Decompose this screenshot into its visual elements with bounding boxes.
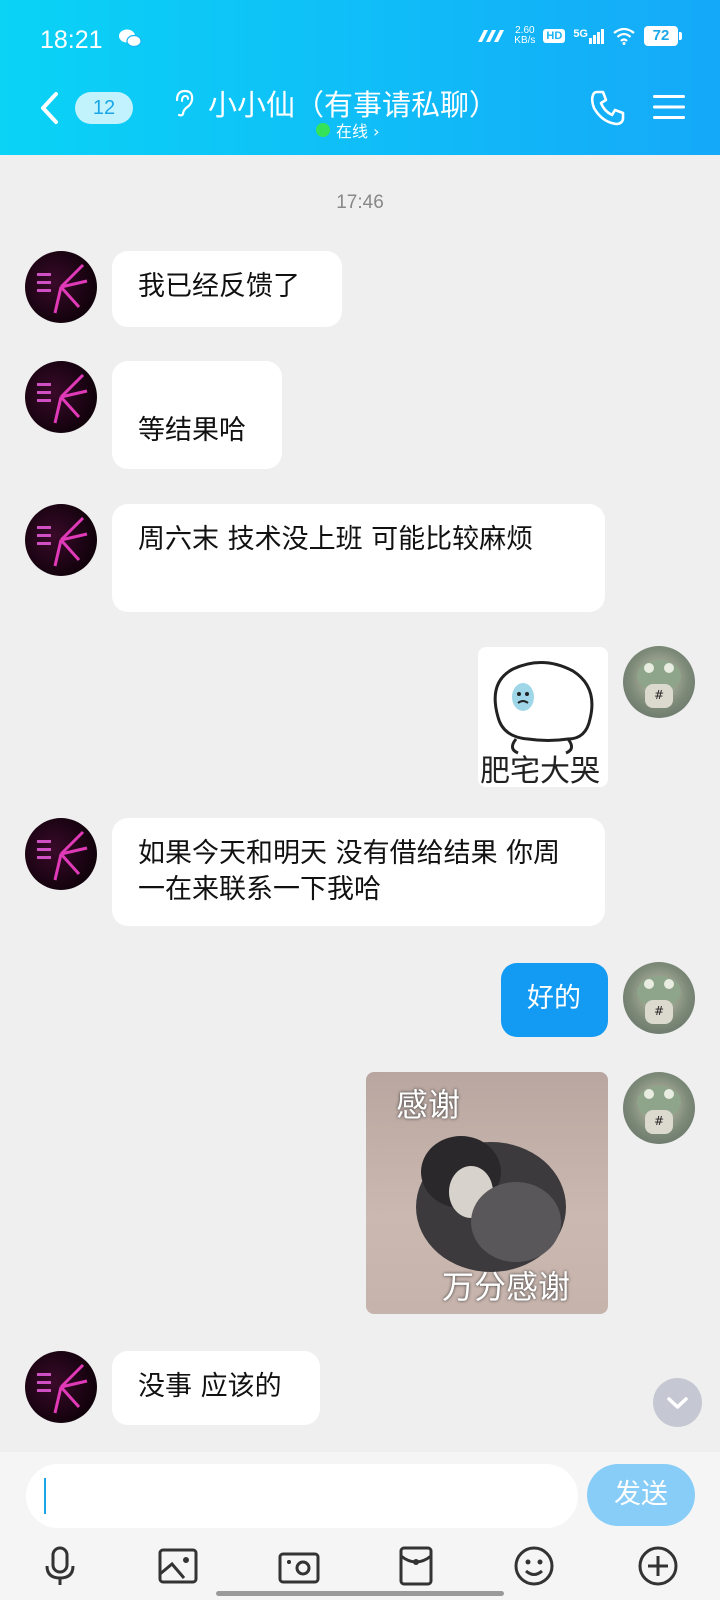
red-packet-icon[interactable] (394, 1544, 438, 1588)
message-text: 如果今天和明天 没有借给结果 你周一在来联系一下我哈 (138, 838, 561, 905)
contact-avatar[interactable] (25, 361, 97, 433)
online-status-label: 在线 › (336, 122, 380, 141)
contact-avatar[interactable] (25, 251, 97, 323)
status-bar: 18:21 2.60 KB/s HD 5G 72 (0, 0, 720, 80)
chat-nav-bar: 12 小小仙（有事请私聊） 在线 › (0, 80, 720, 155)
back-button[interactable] (34, 86, 64, 130)
message-text: 好的 (527, 983, 581, 1014)
unread-count-badge[interactable]: 12 (75, 92, 133, 124)
my-avatar[interactable]: # (623, 1072, 695, 1144)
message-bubble[interactable]: 没事 应该的 (112, 1351, 320, 1425)
sticker-caption-bottom: 万分感谢 (442, 1268, 571, 1306)
camera-icon[interactable] (277, 1544, 321, 1588)
input-bar: 发送 (0, 1452, 720, 1600)
network-speed: 2.60 KB/s (514, 25, 536, 46)
wifi-icon (613, 27, 635, 45)
status-indicators: 2.60 KB/s HD 5G 72 (476, 26, 682, 46)
ear-icon[interactable] (170, 88, 196, 118)
svg-text:#: # (654, 1114, 664, 1128)
voice-icon[interactable] (38, 1544, 82, 1588)
message-input[interactable] (26, 1464, 578, 1528)
message-text: 我已经反馈了 (138, 271, 300, 302)
message-bubble[interactable]: 如果今天和明天 没有借给结果 你周一在来联系一下我哈 (112, 818, 605, 926)
scroll-to-bottom-button[interactable] (653, 1378, 702, 1427)
carrier-signal-icon (478, 30, 505, 42)
sticker-caption-top: 感谢 (396, 1086, 461, 1124)
menu-button[interactable] (652, 92, 686, 122)
online-status[interactable]: 在线 › (316, 118, 380, 142)
wechat-icon (119, 29, 142, 48)
chat-timestamp: 17:46 (336, 192, 384, 213)
message-text: 等结果哈 (138, 415, 246, 446)
message-text: 没事 应该的 (138, 1371, 282, 1402)
text-cursor (44, 1478, 46, 1514)
svg-text:#: # (654, 688, 664, 702)
message-bubble[interactable]: 周六末 技术没上班 可能比较麻烦 (112, 504, 605, 612)
svg-text:#: # (654, 1004, 664, 1018)
plus-icon[interactable] (636, 1544, 680, 1588)
my-avatar[interactable]: # (623, 646, 695, 718)
battery-icon: 72 (644, 26, 682, 46)
chevron-down-icon (667, 1397, 688, 1409)
my-avatar[interactable]: # (623, 962, 695, 1034)
phone-call-button[interactable] (588, 88, 626, 128)
contact-avatar[interactable] (25, 818, 97, 890)
send-button[interactable]: 发送 (587, 1464, 695, 1526)
home-indicator[interactable] (216, 1591, 504, 1596)
image-icon[interactable] (156, 1544, 200, 1588)
hd-badge: HD (543, 29, 566, 43)
my-message-bubble[interactable]: 好的 (501, 963, 608, 1037)
message-bubble[interactable]: 等结果哈 (112, 361, 282, 469)
contact-avatar[interactable] (25, 504, 97, 576)
message-bubble[interactable]: 我已经反馈了 (112, 251, 342, 327)
online-dot-icon (316, 123, 330, 137)
sticker-image[interactable]: 肥宅大哭 (478, 647, 608, 787)
sticker-caption: 肥宅大哭 (480, 754, 600, 787)
sticker-image[interactable]: 感谢 万分感谢 (366, 1072, 608, 1314)
status-time: 18:21 (40, 26, 103, 54)
message-text: 周六末 技术没上班 可能比较麻烦 (138, 524, 534, 555)
emoji-icon[interactable] (512, 1544, 556, 1588)
cell-signal-icon: 5G (573, 28, 604, 44)
chat-header: 18:21 2.60 KB/s HD 5G 72 12 小小仙（有事请私聊） 在… (0, 0, 720, 155)
contact-avatar[interactable] (25, 1351, 97, 1423)
